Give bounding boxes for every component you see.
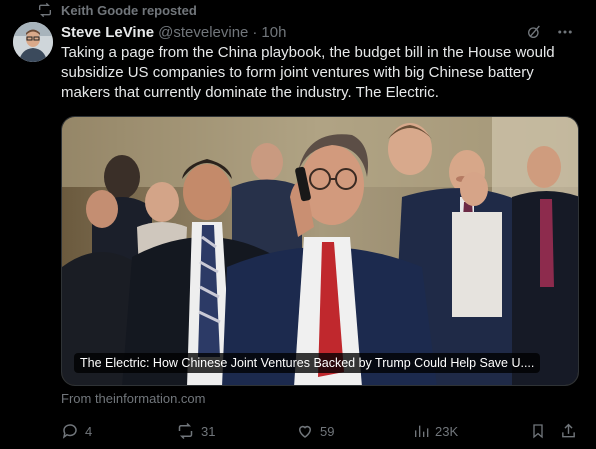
action-bar: 4 31 59 23K [61, 420, 581, 442]
like-icon [298, 425, 312, 438]
repost-count: 31 [201, 423, 216, 439]
avatar[interactable] [13, 22, 53, 62]
bookmark-button[interactable] [530, 420, 552, 442]
repost-button[interactable]: 31 [176, 420, 215, 442]
timestamp[interactable]: 10h [261, 24, 286, 41]
link-card[interactable]: The Electric: How Chinese Joint Ventures… [61, 116, 579, 386]
more-icon[interactable] [556, 23, 574, 41]
header-actions [526, 22, 574, 42]
card-source[interactable]: From theinformation.com [61, 391, 206, 406]
share-icon [562, 423, 575, 438]
bookmark-icon [533, 424, 543, 439]
card-photo [62, 117, 578, 385]
reply-count: 4 [85, 423, 93, 439]
views-count: 23K [435, 423, 459, 439]
like-button[interactable]: 59 [296, 420, 334, 442]
card-caption: The Electric: How Chinese Joint Ventures… [74, 353, 541, 373]
like-count: 59 [320, 423, 335, 439]
author-handle[interactable]: @stevelevine [158, 24, 248, 41]
views-icon [415, 425, 429, 437]
repost-icon [39, 2, 51, 18]
repost-label: Keith Goode reposted [61, 2, 197, 18]
repost-icon [178, 422, 193, 440]
tweet-text: Taking a page from the China playbook, t… [61, 44, 555, 101]
share-button[interactable] [560, 420, 583, 442]
author-name[interactable]: Steve LeVine [61, 24, 154, 41]
repost-indicator[interactable]: Keith Goode reposted [37, 2, 197, 18]
reply-icon [62, 424, 77, 439]
reply-button[interactable]: 4 [61, 420, 92, 442]
views-button[interactable]: 23K [413, 420, 458, 442]
grok-icon[interactable] [526, 24, 542, 40]
separator-dot: · [252, 23, 258, 41]
tweet-header: Steve LeVine @stevelevine · 10h [61, 22, 286, 42]
